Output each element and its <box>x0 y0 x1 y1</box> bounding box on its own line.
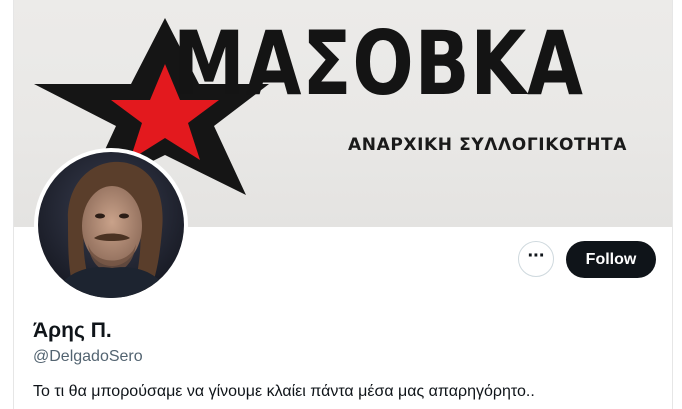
banner-subtitle: ΑΝΑΡΧΙΚΗ ΣΥΛΛΟΓΙΚΟΤΗΤΑ <box>348 135 627 155</box>
more-horizontal-icon: ··· <box>527 245 546 267</box>
profile-card: ΜΑΣΟΒΚΑ ΑΝΑΡΧΙΚΗ ΣΥΛΛΟΓΙΚΟΤΗΤΑ ··· Follo… <box>13 0 673 409</box>
avatar-photo <box>38 152 184 298</box>
avatar[interactable] <box>34 148 188 302</box>
user-handle: @DelgadoSero <box>33 348 143 365</box>
display-name: Άρης Π. <box>33 319 112 342</box>
more-options-button[interactable]: ··· <box>518 241 554 277</box>
follow-button[interactable]: Follow <box>566 241 656 278</box>
banner-title: ΜΑΣΟΒΚΑ <box>173 12 584 115</box>
profile-bio: Το τι θα μπορούσαμε να γίνουμε κλαίει πά… <box>33 383 535 400</box>
